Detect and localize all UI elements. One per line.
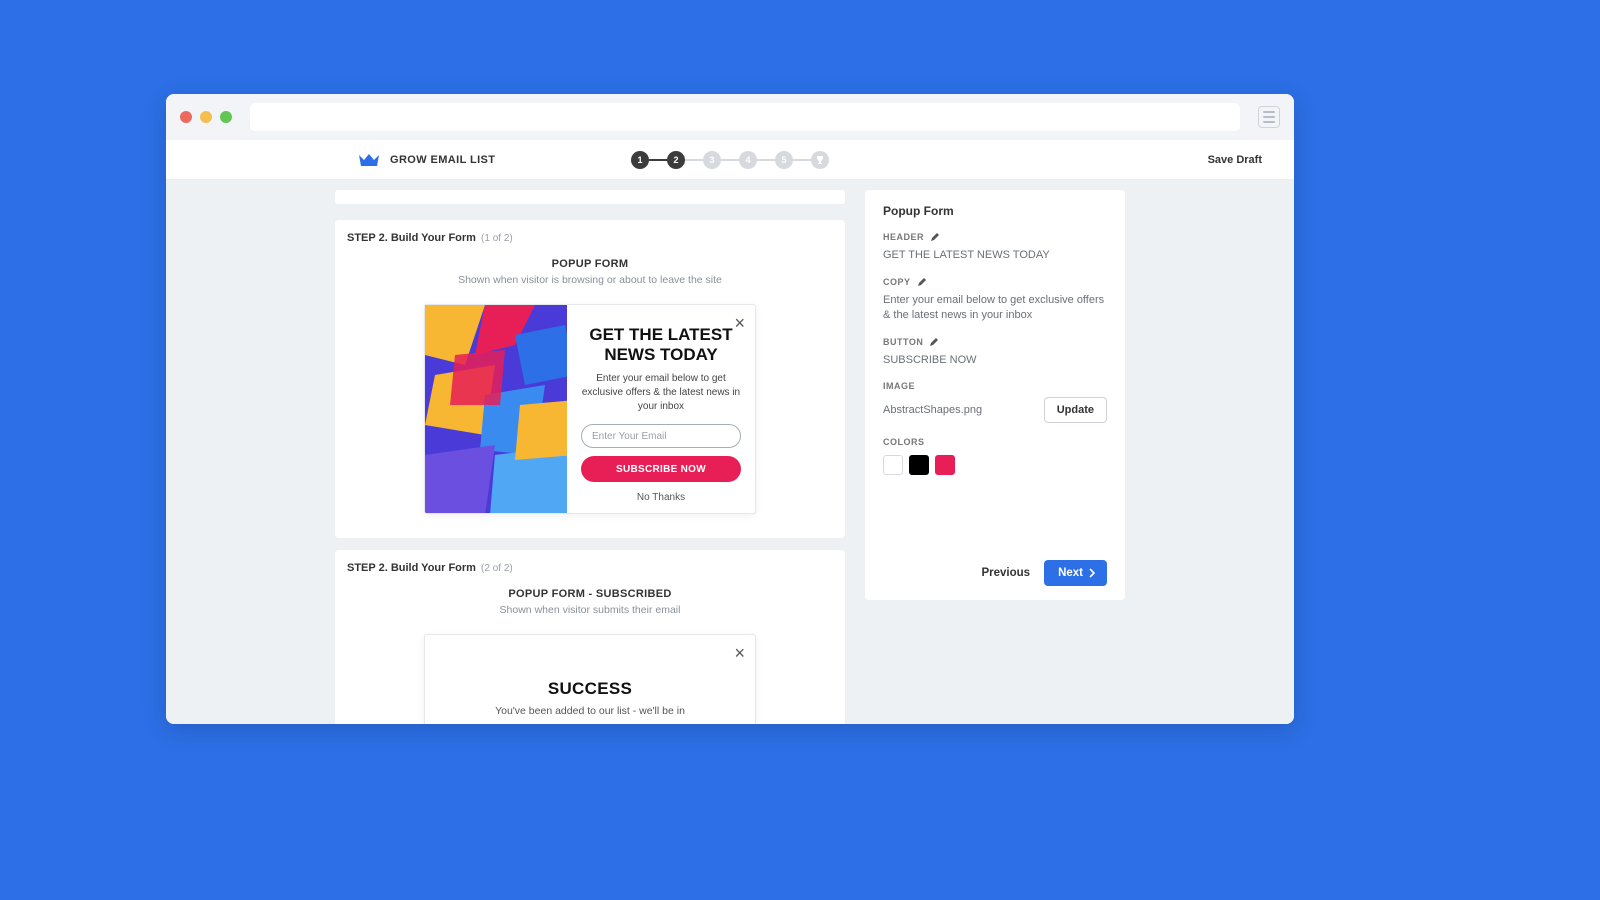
step-sublabel: (1 of 2) [481,233,513,244]
url-bar[interactable] [250,103,1240,131]
step-label: STEP 2. Build Your Form [347,232,476,244]
page-title: GROW EMAIL LIST [390,154,495,166]
no-thanks-link[interactable]: No Thanks [637,492,685,503]
card-title: POPUP FORM - SUBSCRIBED [355,588,825,600]
trophy-icon[interactable] [811,151,829,169]
image-value: AbstractShapes.png [883,403,982,418]
color-swatch-black[interactable] [909,455,929,475]
step-label: STEP 2. Build Your Form [347,562,476,574]
window-titlebar [166,94,1294,140]
step-connector [685,159,703,161]
card-title: POPUP FORM [355,258,825,270]
step-connector [721,159,739,161]
subscribe-button[interactable]: SUBSCRIBE NOW [581,456,741,482]
next-button[interactable]: Next [1044,560,1107,586]
popup-preview[interactable]: GET THE LATESTNEWS TODAY Enter your emai… [424,304,756,514]
previous-button[interactable]: Previous [981,567,1030,579]
sidebar-footer: Previous Next [981,560,1107,586]
card-desc: Shown when visitor submits their email [355,604,825,616]
color-swatch-white[interactable] [883,455,903,475]
app-window: GROW EMAIL LIST 1 2 3 4 5 Save Draft [166,94,1294,724]
brand: GROW EMAIL LIST [358,152,495,168]
color-swatch-red[interactable] [935,455,955,475]
step-connector [649,159,667,161]
popup-image [425,305,567,513]
header-label: HEADER [883,232,1107,242]
edit-icon[interactable] [930,232,940,242]
step-5[interactable]: 5 [775,151,793,169]
editor-sidebar: Popup Form HEADER GET THE LATEST NEWS TO… [865,190,1125,600]
chevron-right-icon [1087,568,1097,578]
close-icon[interactable]: × [734,643,745,664]
card-body: POPUP FORM Shown when visitor is browsin… [335,254,845,538]
update-button[interactable]: Update [1044,397,1107,423]
close-icon[interactable]: × [734,313,745,334]
sidebar-title: Popup Form [883,204,1107,218]
colors-label: COLORS [883,437,1107,447]
success-copy: You've been added to our list - we'll be… [445,705,735,717]
step-1[interactable]: 1 [631,151,649,169]
card-header: STEP 2. Build Your Form (2 of 2) [335,550,845,584]
popup-copy: Enter your email below to get exclusive … [581,372,741,414]
button-label: BUTTON [883,337,1107,347]
progress-bar [335,190,845,204]
app-header: GROW EMAIL LIST 1 2 3 4 5 Save Draft [166,140,1294,180]
step-3[interactable]: 3 [703,151,721,169]
menu-icon[interactable] [1258,106,1280,128]
color-swatches [883,455,1107,475]
step-2[interactable]: 2 [667,151,685,169]
copy-label: COPY [883,277,1107,287]
step-sublabel: (2 of 2) [481,563,513,574]
popup-preview-subscribed[interactable]: × SUCCESS You've been added to our list … [424,634,756,724]
image-label: IMAGE [883,381,1107,391]
card-desc: Shown when visitor is browsing or about … [355,274,825,286]
save-draft-button[interactable]: Save Draft [1208,154,1262,166]
header-value[interactable]: GET THE LATEST NEWS TODAY [883,248,1107,263]
email-input[interactable]: Enter Your Email [581,424,741,448]
success-heading: SUCCESS [445,679,735,699]
step-4[interactable]: 4 [739,151,757,169]
popup-heading: GET THE LATESTNEWS TODAY [589,325,732,364]
copy-value[interactable]: Enter your email below to get exclusive … [883,293,1107,323]
window-close-icon[interactable] [180,111,192,123]
window-minimize-icon[interactable] [200,111,212,123]
step-connector [757,159,775,161]
button-value[interactable]: SUBSCRIBE NOW [883,353,1107,368]
window-maximize-icon[interactable] [220,111,232,123]
form-card-2: STEP 2. Build Your Form (2 of 2) POPUP F… [335,550,845,724]
edit-icon[interactable] [917,277,927,287]
popup-content: GET THE LATESTNEWS TODAY Enter your emai… [567,305,755,513]
card-body: POPUP FORM - SUBSCRIBED Shown when visit… [335,584,845,724]
app-body: STEP 2. Build Your Form (1 of 2) POPUP F… [166,180,1294,724]
crown-icon [358,152,380,168]
progress-steps: 1 2 3 4 5 [631,151,829,169]
form-card-1: STEP 2. Build Your Form (1 of 2) POPUP F… [335,220,845,538]
main-column: STEP 2. Build Your Form (1 of 2) POPUP F… [335,190,845,724]
step-connector [793,159,811,161]
card-header: STEP 2. Build Your Form (1 of 2) [335,220,845,254]
edit-icon[interactable] [929,337,939,347]
